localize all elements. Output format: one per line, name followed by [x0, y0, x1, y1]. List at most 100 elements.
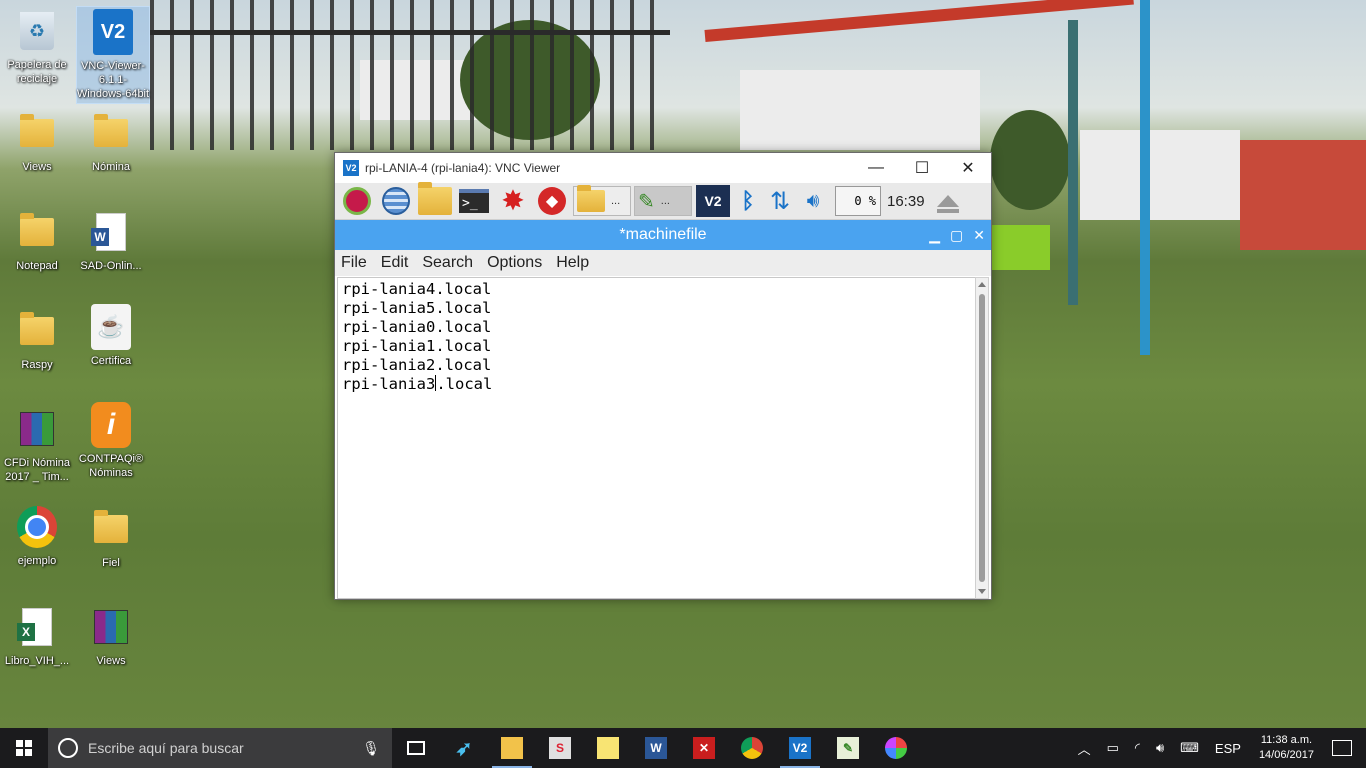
file-manager-button[interactable]	[417, 182, 453, 218]
text-editor-area[interactable]: rpi-lania4.local rpi-lania5.local rpi-la…	[337, 277, 977, 599]
microphone-icon[interactable]: 🎙︎	[362, 740, 380, 757]
leafpad-titlebar[interactable]: *machinefile ▁ ▢ ✕	[335, 220, 991, 250]
scrollbar-thumb[interactable]	[979, 294, 985, 582]
desktop-icon-certifica[interactable]: ☕ Certifica	[74, 302, 148, 368]
leafpad-title: *machinefile	[619, 226, 707, 243]
taskbar-app-sticky-notes[interactable]	[584, 728, 632, 768]
network-button[interactable]: ⇅	[765, 184, 795, 218]
vertical-scrollbar[interactable]	[975, 277, 989, 599]
taskbar-app-vnc-viewer[interactable]: V2	[776, 728, 824, 768]
desktop-icon-nomina[interactable]: Nómina	[74, 108, 148, 174]
speaker-icon: 🔊︎	[806, 189, 820, 212]
bluetooth-button[interactable]: ᛒ	[734, 184, 762, 218]
desktop-icon-raspy[interactable]: Raspy	[0, 306, 74, 372]
show-hidden-icons-chevron-icon[interactable]: ︿	[1078, 739, 1091, 758]
wolfram-button[interactable]: ◆	[534, 184, 570, 218]
folder-icon	[91, 508, 131, 550]
clock-area[interactable]: 11:38 a.m. 14/06/2017	[1259, 733, 1314, 763]
cortana-search-box[interactable]: Escribe aquí para buscar 🎙︎	[48, 728, 392, 768]
desktop-icon-cfdi-nomina[interactable]: CFDi Nómina 2017 _ Tim...	[0, 404, 74, 484]
leafpad-menubar: File Edit Search Options Help	[335, 250, 991, 276]
eject-icon[interactable]	[936, 195, 959, 213]
file-explorer-icon	[501, 737, 523, 759]
search-placeholder: Escribe aquí para buscar	[88, 740, 244, 756]
web-browser-button[interactable]	[378, 184, 414, 218]
chrome-icon	[741, 737, 763, 759]
leafpad-minimize-button[interactable]: ▁	[929, 227, 940, 244]
word-icon: W	[645, 737, 667, 759]
desktop-icon-ejemplo[interactable]: ejemplo	[0, 502, 74, 568]
vnc-server-tray-button[interactable]: V2	[695, 184, 731, 218]
acrobat-icon: ✕	[693, 737, 715, 759]
mathematica-icon: ✸	[501, 185, 525, 216]
slides-app-icon: S	[549, 737, 571, 759]
desktop-icon-notepad[interactable]: Notepad	[0, 207, 74, 273]
taskbar-app-slides[interactable]: S	[536, 728, 584, 768]
desktop-icon-contpaqi[interactable]: i CONTPAQi® Nóminas	[74, 400, 148, 480]
task-view-icon	[407, 741, 425, 755]
scroll-down-arrow-icon[interactable]	[978, 589, 986, 594]
vnc-window-title: rpi-LANIA-4 (rpi-lania4): VNC Viewer	[365, 161, 561, 175]
taskbar-app-file-explorer[interactable]	[488, 728, 536, 768]
document-icon	[17, 112, 57, 154]
desktop-icon-views-rar[interactable]: Views	[74, 602, 148, 668]
mathematica-button[interactable]: ✸	[495, 184, 531, 218]
vnc-viewer-icon: V2	[93, 9, 133, 55]
recycle-bin-icon: ♻	[17, 10, 57, 52]
text-line: rpi-lania4.local	[342, 280, 492, 298]
pi-panel: >_ ✸ ◆ ... ✎ ... V2 ᛒ ⇅ 🔊︎ 0 % 16:39	[335, 182, 991, 220]
menu-search[interactable]: Search	[422, 254, 473, 272]
folder-icon	[17, 211, 57, 253]
leafpad-close-button[interactable]: ✕	[973, 227, 985, 244]
raspberry-menu-button[interactable]	[339, 184, 375, 218]
leafpad-maximize-button[interactable]: ▢	[950, 227, 963, 244]
action-center-icon[interactable]	[1332, 740, 1352, 756]
menu-file[interactable]: File	[341, 254, 367, 272]
maximize-button[interactable]: ☐	[899, 153, 945, 183]
wifi-icon[interactable]: ◜	[1135, 740, 1140, 756]
keyboard-icon[interactable]: ⌨	[1180, 740, 1199, 756]
battery-icon[interactable]: ▭	[1107, 740, 1119, 756]
desktop-icon-views-doc[interactable]: Views	[0, 108, 74, 174]
menu-edit[interactable]: Edit	[381, 254, 409, 272]
terminal-button[interactable]: >_	[456, 184, 492, 218]
vnc-titlebar[interactable]: V2 rpi-LANIA-4 (rpi-lania4): VNC Viewer …	[335, 153, 991, 183]
taskbar-app-chrome[interactable]	[728, 728, 776, 768]
text-line: rpi-lania2.local	[342, 356, 492, 374]
desktop-icon-recycle-bin[interactable]: ♻ Papelera de reciclaje	[0, 6, 74, 86]
folder-icon	[91, 112, 131, 154]
desktop-icon-libro-vih[interactable]: X Libro_VIH_...	[0, 602, 74, 668]
menu-help[interactable]: Help	[556, 254, 589, 272]
desktop-icon-fiel[interactable]: Fiel	[74, 504, 148, 570]
network-arrows-icon: ⇅	[769, 187, 791, 215]
scroll-up-arrow-icon[interactable]	[978, 282, 986, 287]
desktop-icon-sad-online[interactable]: W SAD-Onlin...	[74, 207, 148, 273]
folder-icon	[577, 185, 605, 212]
taskbar-app-notepad[interactable]: ✎	[824, 728, 872, 768]
pi-clock[interactable]: 16:39	[887, 193, 925, 210]
volume-icon[interactable]: 🔊︎	[1156, 740, 1164, 756]
windows-taskbar: Escribe aquí para buscar 🎙︎ ➶ S W ✕ V2 ✎…	[0, 728, 1366, 768]
system-tray: ︿ ▭ ◜ 🔊︎ ⌨ ESP 11:38 a.m. 14/06/2017	[1070, 728, 1366, 768]
vnc-icon: V2	[696, 185, 730, 217]
minimize-button[interactable]: —	[853, 153, 899, 183]
volume-button[interactable]: 🔊︎	[798, 184, 828, 218]
winrar-icon	[17, 408, 57, 450]
taskbar-item-leafpad[interactable]: ✎ ...	[634, 186, 692, 216]
java-icon: ☕	[91, 304, 131, 350]
language-indicator[interactable]: ESP	[1215, 741, 1241, 756]
desktop-icon-vnc-viewer[interactable]: V2 VNC-Viewer-6.1.1-Windows-64bit	[76, 6, 150, 104]
vnc-viewer-window[interactable]: V2 rpi-LANIA-4 (rpi-lania4): VNC Viewer …	[334, 152, 992, 600]
bird-app-icon: ➶	[455, 737, 473, 760]
taskbar-item-file-manager[interactable]: ...	[573, 185, 631, 216]
taskbar-app-photos[interactable]	[872, 728, 920, 768]
taskbar-app-bird[interactable]: ➶	[440, 728, 488, 768]
task-view-button[interactable]	[392, 728, 440, 768]
start-button[interactable]	[0, 728, 48, 768]
menu-options[interactable]: Options	[487, 254, 542, 272]
windows-logo-icon	[16, 740, 32, 756]
close-button[interactable]: ✕	[945, 153, 991, 183]
taskbar-app-word[interactable]: W	[632, 728, 680, 768]
terminal-icon: >_	[459, 189, 489, 213]
taskbar-app-acrobat[interactable]: ✕	[680, 728, 728, 768]
